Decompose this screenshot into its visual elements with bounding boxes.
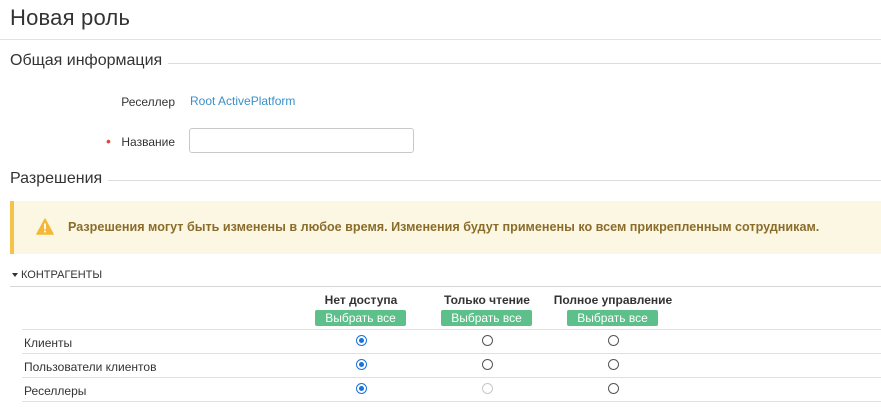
row-label-clients: Клиенты xyxy=(24,336,73,350)
required-indicator: • xyxy=(106,133,111,149)
radio-client-users-no-access[interactable] xyxy=(356,359,367,370)
group-toggle-counterparties[interactable]: КОНТРАГЕНТЫ xyxy=(12,269,102,281)
warning-text: Разрешения могут быть изменены в любое в… xyxy=(68,220,820,234)
row-divider xyxy=(22,353,881,354)
radio-clients-no-access[interactable] xyxy=(356,335,367,346)
select-all-no-access-button[interactable]: Выбрать все xyxy=(315,310,406,326)
radio-client-users-full-control[interactable] xyxy=(608,359,619,370)
name-input[interactable] xyxy=(189,128,414,153)
title-divider xyxy=(0,39,881,40)
warning-icon xyxy=(36,218,54,235)
column-header-no-access: Нет доступа xyxy=(324,293,398,307)
group-title: КОНТРАГЕНТЫ xyxy=(21,269,103,281)
page-title: Новая роль xyxy=(10,5,131,30)
row-label-resellers: Реселлеры xyxy=(24,384,87,398)
row-divider xyxy=(22,401,881,402)
general-section-heading: Общая информация xyxy=(10,52,169,70)
group-divider xyxy=(10,286,881,287)
table-header-divider xyxy=(22,329,881,330)
chevron-down-icon xyxy=(12,273,18,277)
select-all-full-control-button[interactable]: Выбрать все xyxy=(567,310,658,326)
radio-client-users-read-only[interactable] xyxy=(482,359,493,370)
permissions-section-heading: Разрешения xyxy=(10,170,109,188)
row-label-client-users: Пользователи клиентов xyxy=(24,360,157,374)
radio-resellers-read-only xyxy=(482,383,493,394)
radio-clients-read-only[interactable] xyxy=(482,335,493,346)
column-header-full-control: Полное управление xyxy=(553,293,673,307)
permissions-section-divider xyxy=(10,180,881,181)
radio-clients-full-control[interactable] xyxy=(608,335,619,346)
permissions-warning: Разрешения могут быть изменены в любое в… xyxy=(10,201,881,254)
radio-resellers-full-control[interactable] xyxy=(608,383,619,394)
name-label: Название xyxy=(121,135,175,149)
column-header-read-only: Только чтение xyxy=(444,293,530,307)
radio-resellers-no-access[interactable] xyxy=(356,383,367,394)
row-divider xyxy=(22,377,881,378)
select-all-read-only-button[interactable]: Выбрать все xyxy=(441,310,532,326)
reseller-label: Реселлер xyxy=(121,95,175,109)
reseller-link[interactable]: Root ActivePlatform xyxy=(190,94,295,108)
